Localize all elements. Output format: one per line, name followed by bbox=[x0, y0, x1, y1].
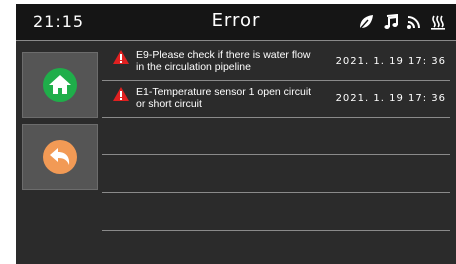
top-bar: 21:15 Error bbox=[16, 4, 456, 41]
back-button[interactable] bbox=[22, 124, 98, 190]
error-message-line1: E9-Please check if there is water flow bbox=[136, 49, 311, 61]
error-row: E9-Please check if there is water flow i… bbox=[102, 44, 450, 81]
heating-icon bbox=[430, 14, 446, 30]
error-timestamp: 2021. 1. 19 17: 36 bbox=[335, 56, 446, 67]
empty-row-divider bbox=[102, 192, 450, 193]
back-arrow-icon bbox=[43, 140, 77, 174]
error-row: E1-Temperature sensor 1 open circuit or … bbox=[102, 81, 450, 118]
error-timestamp: 2021. 1. 19 17: 36 bbox=[335, 93, 446, 104]
home-button[interactable] bbox=[22, 52, 98, 118]
leaf-icon bbox=[358, 14, 374, 30]
empty-row-divider bbox=[102, 154, 450, 155]
status-icons bbox=[358, 13, 446, 31]
error-screen: 21:15 Error E9-Please check if there is … bbox=[16, 4, 456, 264]
home-icon bbox=[43, 68, 77, 102]
error-message: E1-Temperature sensor 1 open circuit or … bbox=[136, 86, 336, 110]
error-message-line1: E1-Temperature sensor 1 open circuit bbox=[136, 86, 312, 98]
warning-icon bbox=[112, 49, 130, 70]
empty-row-divider bbox=[102, 230, 450, 231]
error-message-line2: or short circuit bbox=[136, 98, 202, 110]
music-note-icon bbox=[382, 14, 398, 30]
error-message-line2: in the circulation pipeline bbox=[136, 61, 251, 73]
wifi-signal-icon bbox=[406, 14, 422, 30]
warning-icon bbox=[112, 86, 130, 107]
error-message: E9-Please check if there is water flow i… bbox=[136, 49, 336, 73]
